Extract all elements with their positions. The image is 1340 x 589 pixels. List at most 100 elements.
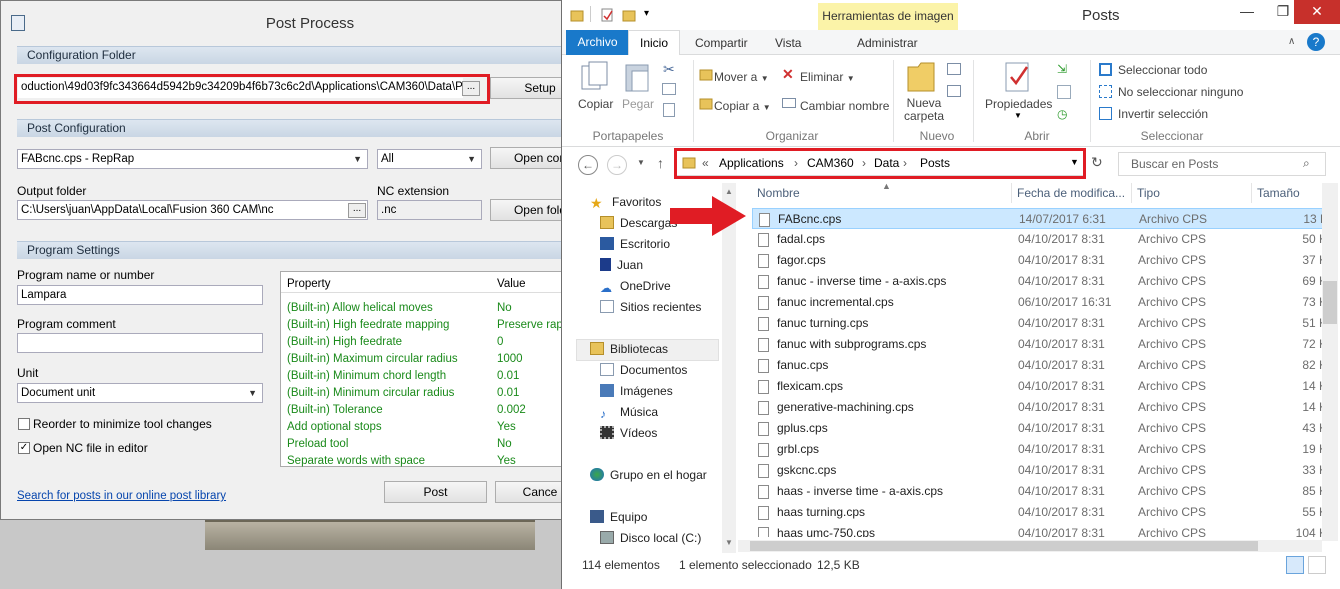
column-divider[interactable] [1251, 183, 1252, 203]
nav-musica[interactable]: ♪ Música [600, 402, 658, 423]
tab-compartir[interactable]: Compartir [695, 36, 748, 50]
paste-shortcut-icon[interactable] [663, 103, 675, 117]
refresh-icon[interactable]: ↻ [1091, 154, 1103, 171]
pegar-button[interactable]: Pegar [622, 97, 654, 111]
file-row[interactable]: grbl.cps 04/10/2017 8:31 Archivo CPS 19 K [752, 439, 1327, 460]
context-tab-image-tools[interactable]: Herramientas de imagen [818, 3, 958, 30]
property-value[interactable]: No [497, 436, 512, 453]
file-row[interactable]: fanuc.cps 04/10/2017 8:31 Archivo CPS 82 K [752, 355, 1327, 376]
property-row[interactable]: (Built-in) Maximum circular radius 1000 [281, 351, 581, 368]
filter-select[interactable]: All ▼ [377, 149, 482, 169]
tab-archivo[interactable]: Archivo [566, 30, 629, 55]
program-name-field[interactable]: Lampara [17, 285, 263, 305]
column-divider[interactable] [1131, 183, 1132, 203]
scroll-down-icon[interactable]: ▼ [725, 538, 733, 547]
horizontal-scroll-thumb[interactable] [750, 541, 1258, 551]
nav-disco-local[interactable]: Disco local (C:) [600, 528, 701, 549]
vertical-scroll-thumb[interactable] [1323, 281, 1337, 324]
no-seleccionar-button[interactable]: No seleccionar ninguno [1118, 85, 1243, 99]
copy-icon[interactable] [580, 61, 610, 96]
mover-a-button[interactable]: Mover a ▼ [714, 70, 769, 84]
config-folder-browse-button[interactable]: ... [462, 81, 480, 96]
file-row[interactable]: fanuc incremental.cps 06/10/2017 16:31 Arc… [752, 292, 1327, 313]
property-value[interactable]: No [497, 300, 512, 317]
property-value[interactable]: 0.01 [497, 368, 519, 385]
reorder-checkbox[interactable] [18, 418, 30, 430]
property-row[interactable]: (Built-in) High feedrate 0 [281, 334, 581, 351]
property-row[interactable]: (Built-in) Minimum chord length 0.01 [281, 368, 581, 385]
scissors-icon[interactable]: ✂ [663, 61, 675, 78]
file-row[interactable]: fagor.cps 04/10/2017 8:31 Archivo CPS 37 K [752, 250, 1327, 271]
properties-qat-icon[interactable] [600, 8, 614, 25]
property-value[interactable]: Yes [497, 419, 516, 436]
output-folder-browse-button[interactable]: ... [348, 203, 366, 218]
copy-path-icon[interactable] [662, 83, 676, 95]
col-fecha[interactable]: Fecha de modifica... [1017, 186, 1125, 200]
nav-grupo-hogar[interactable]: Grupo en el hogar [590, 465, 707, 486]
help-icon[interactable]: ? [1307, 33, 1325, 51]
nav-equipo[interactable]: Equipo [590, 507, 647, 528]
tab-inicio[interactable]: Inicio [628, 30, 680, 56]
tab-vista[interactable]: Vista [775, 36, 801, 50]
column-divider[interactable] [1011, 183, 1012, 203]
ribbon-collapse-icon[interactable]: ∧ [1288, 36, 1295, 47]
property-row[interactable]: Separate words with space Yes [281, 453, 581, 470]
invertir-button[interactable]: Invertir selección [1118, 107, 1208, 121]
horizontal-scrollbar[interactable] [738, 540, 1322, 552]
paste-icon[interactable] [623, 61, 653, 96]
up-icon[interactable]: ↑ [657, 155, 664, 171]
nav-documentos[interactable]: Documentos [600, 360, 687, 381]
open-nc-checkbox[interactable]: ✓ [18, 442, 30, 454]
easy-access-icon[interactable] [947, 85, 961, 97]
properties-icon[interactable] [1003, 61, 1033, 98]
property-row[interactable]: (Built-in) Tolerance 0.002 [281, 402, 581, 419]
nav-sitios-recientes[interactable]: Sitios recientes [600, 297, 701, 318]
nc-extension-field[interactable]: .nc [377, 200, 482, 220]
file-row[interactable]: fanuc - inverse time - a-axis.cps 04/10/2… [752, 271, 1327, 292]
property-row[interactable]: Preload tool No [281, 436, 581, 453]
back-icon[interactable]: ← [578, 155, 598, 175]
col-tipo[interactable]: Tipo [1137, 186, 1160, 200]
copiar-button[interactable]: Copiar [578, 97, 613, 111]
search-input[interactable]: Buscar en Posts [1118, 152, 1326, 176]
file-row[interactable]: FABcnc.cps 14/07/2017 6:31 Archivo CPS 13 K [752, 208, 1328, 229]
property-value[interactable]: 0.01 [497, 385, 519, 402]
property-row[interactable]: (Built-in) Allow helical moves No [281, 300, 581, 317]
propiedades-button[interactable]: Propiedades [985, 97, 1052, 111]
tab-administrar[interactable]: Administrar [857, 36, 918, 50]
property-value[interactable]: 0.002 [497, 402, 526, 419]
property-row[interactable]: Add optional stops Yes [281, 419, 581, 436]
nav-scrollbar[interactable]: ▲ ▼ [722, 183, 736, 553]
nav-favoritos[interactable]: ★ Favoritos [590, 192, 661, 213]
file-row[interactable]: gplus.cps 04/10/2017 8:31 Archivo CPS 43 K [752, 418, 1327, 439]
file-row[interactable]: fadal.cps 04/10/2017 8:31 Archivo CPS 50 K [752, 229, 1327, 250]
file-row[interactable]: flexicam.cps 04/10/2017 8:31 Archivo CPS 14… [752, 376, 1327, 397]
search-posts-link[interactable]: Search for posts in our online post libr… [17, 490, 226, 502]
file-row[interactable]: haas umc-750.cps 04/10/2017 8:31 Archivo C… [752, 523, 1327, 537]
file-row[interactable]: gskcnc.cps 04/10/2017 8:31 Archivo CPS 33 K [752, 460, 1327, 481]
file-row[interactable]: haas turning.cps 04/10/2017 8:31 Archivo C… [752, 502, 1327, 523]
qat-dropdown-icon[interactable]: ▾ [644, 8, 649, 19]
new-folder-icon[interactable] [906, 59, 936, 96]
nav-bibliotecas[interactable]: Bibliotecas [590, 339, 668, 360]
open-icon[interactable]: ⇲ [1057, 62, 1067, 76]
details-view-icon[interactable] [1286, 556, 1304, 574]
chevron-down-icon[interactable]: ▼ [1014, 111, 1022, 120]
file-row[interactable]: fanuc with subprograms.cps 04/10/2017 8:3… [752, 334, 1327, 355]
col-nombre[interactable]: Nombre [757, 186, 800, 200]
program-comment-field[interactable] [17, 333, 263, 353]
search-icon[interactable]: ⌕ [1303, 156, 1310, 171]
nav-onedrive[interactable]: ☁ OneDrive [600, 276, 671, 297]
minimize-icon[interactable]: — [1228, 0, 1266, 24]
col-tamano[interactable]: Tamaño [1257, 186, 1300, 200]
recent-locations-icon[interactable]: ▼ [637, 158, 645, 167]
forward-icon[interactable]: → [607, 155, 627, 175]
seleccionar-todo-button[interactable]: Seleccionar todo [1118, 63, 1207, 77]
new-item-icon[interactable] [947, 63, 961, 75]
property-value[interactable]: Preserve rapi [497, 317, 565, 334]
scroll-up-icon[interactable]: ▲ [725, 187, 733, 196]
property-value[interactable]: 1000 [497, 351, 523, 368]
nav-juan[interactable]: Juan [600, 255, 643, 276]
nav-escritorio[interactable]: Escritorio [600, 234, 670, 255]
property-value[interactable]: 0 [497, 334, 503, 351]
